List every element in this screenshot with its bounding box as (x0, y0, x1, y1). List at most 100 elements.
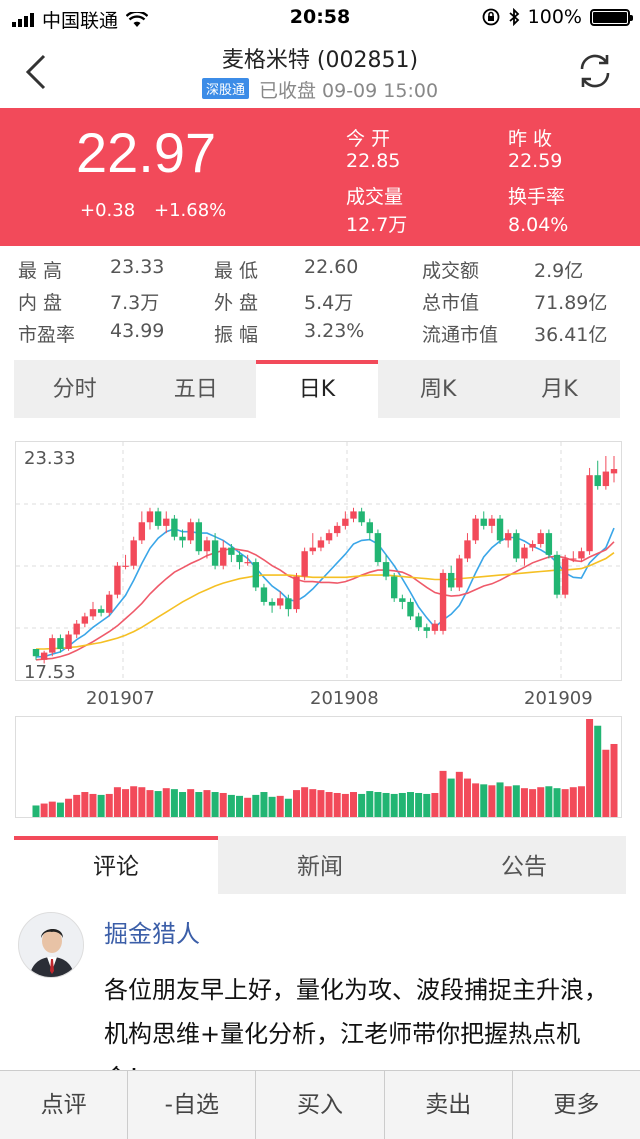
candle-body (81, 616, 89, 624)
open-value: 22.85 (346, 150, 401, 172)
volume-bar (130, 786, 138, 817)
candle-body (439, 572, 447, 631)
candle-body (472, 518, 479, 541)
stat-value: 2.9亿 (534, 260, 584, 282)
sell-button[interactable]: 卖出 (383, 1071, 512, 1139)
candle-body (545, 533, 553, 555)
author-name[interactable]: 掘金猎人 (104, 914, 200, 949)
avatar[interactable] (18, 912, 84, 978)
battery-icon (590, 8, 633, 26)
candle-body (504, 533, 512, 541)
buy-button[interactable]: 买入 (255, 1071, 383, 1139)
stat-value: 3.23% (304, 320, 365, 342)
volume-bar (553, 788, 561, 817)
navigation-bar: 麦格米特 (002851) 深股通 已收盘 09-09 15:00 (0, 36, 640, 108)
candle-body (602, 471, 610, 487)
stat-label: 最 低 (214, 260, 259, 282)
x-tick-label: 201907 (86, 688, 155, 709)
volume-bar (610, 743, 618, 817)
candle-body (293, 576, 300, 610)
volume-bar (358, 793, 366, 817)
kline-chart[interactable]: 23.33 17.53 (15, 441, 622, 683)
stat-label: 市盈率 (18, 324, 76, 346)
volume-bar (81, 792, 89, 817)
volume-svg (32, 719, 618, 817)
refresh-icon[interactable] (576, 52, 614, 90)
candle-body (431, 623, 439, 631)
volume-bar (545, 786, 553, 817)
stat-value: 22.60 (304, 256, 359, 278)
volume-bar (187, 789, 195, 817)
candle-body (244, 562, 251, 564)
volume-bar (537, 787, 545, 817)
candle-body (97, 609, 105, 613)
tab-intraday[interactable]: 分时 (14, 360, 135, 418)
x-tick-label: 201908 (310, 688, 379, 709)
market-status: 深股通 已收盘 09-09 15:00 (0, 76, 640, 103)
volume-bar (561, 789, 569, 817)
volume-bar (431, 792, 439, 817)
stat-value: 36.41亿 (534, 324, 608, 346)
volume-bar (398, 792, 406, 817)
volume-bar (65, 798, 73, 817)
stat-label: 外 盘 (214, 292, 259, 314)
volume-bar (252, 794, 260, 817)
volume-bar (309, 789, 317, 817)
volume-bar (423, 793, 431, 817)
volume-bar (341, 793, 349, 817)
battery-percent: 100% (527, 6, 582, 28)
candle-body (423, 627, 430, 631)
candle-body (260, 587, 268, 602)
candle-body (154, 511, 162, 526)
stat-value: 7.3万 (110, 292, 160, 314)
rotation-lock-icon (482, 8, 500, 26)
candle-body (521, 547, 528, 559)
volume-bar (463, 778, 471, 817)
volume-bar (219, 792, 227, 817)
tab-five-day[interactable]: 五日 (135, 360, 256, 418)
candle-body (179, 536, 186, 541)
kline-svg (16, 442, 621, 680)
candle-body (114, 565, 121, 595)
volume-bar (268, 796, 276, 817)
volume-bar (293, 790, 301, 817)
volume-bar (569, 787, 577, 817)
volume-bar (170, 789, 178, 817)
tab-monthly-k[interactable]: 月K (499, 360, 620, 418)
volume-bar (520, 788, 528, 817)
tab-daily-k[interactable]: 日K (256, 360, 378, 418)
candle-body (366, 522, 373, 534)
tab-news[interactable]: 新闻 (218, 836, 422, 894)
open-label: 今 开 (346, 128, 391, 150)
volume-bar (577, 786, 585, 817)
candle-body (570, 558, 577, 560)
volume-chart[interactable] (15, 716, 622, 818)
volume-bar (480, 784, 488, 817)
volume-bar (390, 793, 398, 817)
remove-watchlist-button[interactable]: -自选 (127, 1071, 255, 1139)
stat-value: 23.33 (110, 256, 165, 278)
tab-weekly-k[interactable]: 周K (378, 360, 499, 418)
volume-bar (48, 801, 56, 817)
candle-body (407, 601, 414, 617)
candle-body (317, 540, 325, 548)
volume-bar (236, 795, 244, 817)
volume-bar (122, 789, 130, 817)
review-button[interactable]: 点评 (0, 1071, 127, 1139)
candle-body (529, 543, 536, 548)
chart-tabs: 分时 五日 日K 周K 月K (14, 360, 620, 418)
candle-body (236, 554, 243, 563)
more-button[interactable]: 更多 (511, 1071, 640, 1139)
tab-announcements[interactable]: 公告 (422, 836, 626, 894)
prev-close-value: 22.59 (508, 150, 563, 172)
volume-bar (138, 787, 146, 817)
volume-bar (415, 792, 423, 817)
volume-bar (333, 792, 341, 817)
volume-bar (496, 782, 504, 817)
volume-bar (504, 786, 512, 817)
prev-close-label: 昨 收 (508, 128, 553, 150)
volume-bar (472, 783, 480, 817)
volume-bar (374, 792, 382, 817)
candle-body (122, 565, 129, 567)
tab-comments[interactable]: 评论 (14, 836, 218, 894)
